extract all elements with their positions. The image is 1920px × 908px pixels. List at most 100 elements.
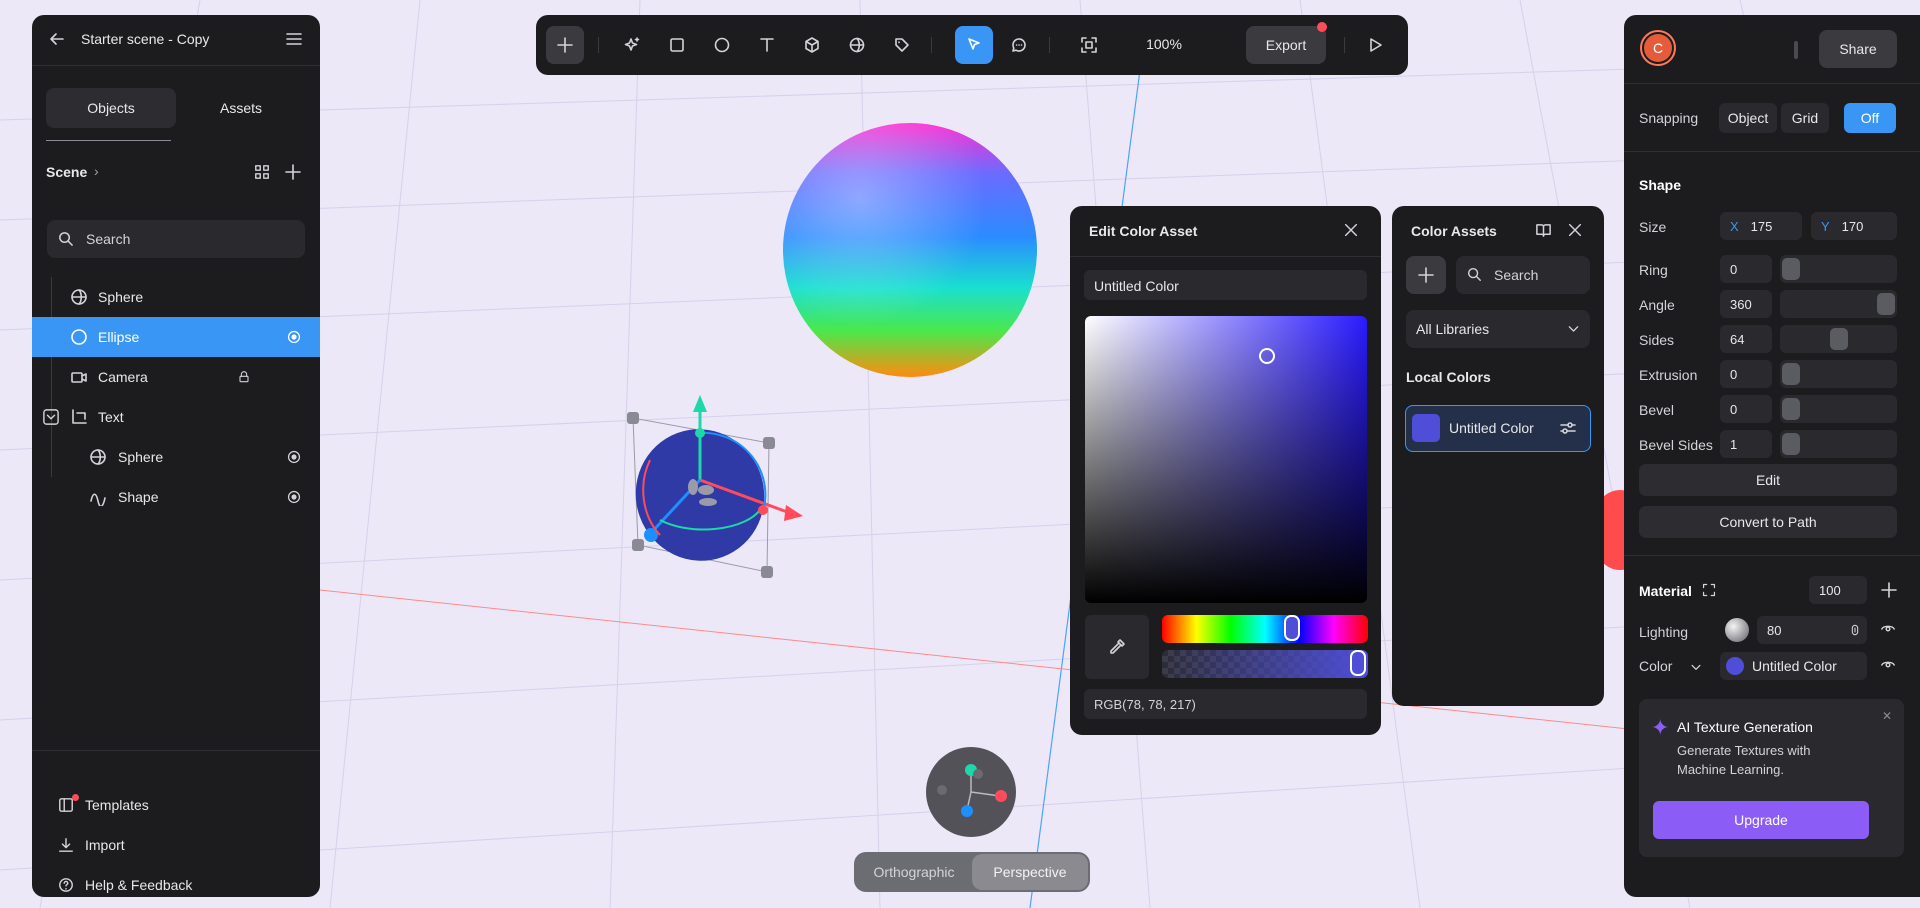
add-material-icon[interactable] [1880, 581, 1898, 599]
snapping-off-button[interactable]: Off [1844, 103, 1896, 133]
back-arrow-icon[interactable] [48, 30, 66, 48]
hue-slider[interactable] [1162, 615, 1368, 643]
tree-item-sphere[interactable]: Sphere [32, 277, 320, 317]
hue-slider-thumb[interactable] [1284, 615, 1300, 641]
tree-item-camera[interactable]: Camera [32, 357, 320, 397]
scene-row: Scene › [46, 161, 306, 185]
property-input[interactable]: 0 [1720, 255, 1772, 283]
comment-tool-button[interactable] [1000, 26, 1038, 64]
document-title[interactable]: Starter scene - Copy [81, 31, 209, 47]
lock-icon[interactable] [238, 371, 250, 383]
snapping-object-button[interactable]: Object [1719, 103, 1777, 133]
select-tool-button[interactable] [955, 26, 993, 64]
local-color-item[interactable]: Untitled Color [1405, 405, 1591, 452]
snapping-grid-button[interactable]: Grid [1781, 103, 1829, 133]
scene-label[interactable]: Scene [46, 164, 87, 180]
adjust-settings-icon[interactable] [1559, 419, 1577, 437]
export-button[interactable]: Export [1246, 26, 1326, 64]
property-slider[interactable] [1780, 360, 1897, 388]
add-icon[interactable] [284, 163, 302, 181]
slider-thumb[interactable] [1877, 293, 1895, 315]
visibility-dot-icon[interactable] [287, 450, 301, 464]
orthographic-button[interactable]: Orthographic [856, 854, 972, 890]
link-icon[interactable] [1849, 624, 1861, 636]
chevron-down-icon[interactable] [1689, 660, 1703, 674]
share-button[interactable]: Share [1819, 30, 1897, 68]
property-input[interactable]: 360 [1720, 290, 1772, 318]
property-slider[interactable] [1780, 290, 1897, 318]
zoom-level[interactable]: 100% [1124, 36, 1204, 52]
visibility-icon[interactable] [1880, 621, 1896, 637]
rectangle-tool-button[interactable] [658, 26, 696, 64]
ai-tool-button[interactable] [613, 26, 651, 64]
color-name-input[interactable]: Untitled Color [1084, 270, 1367, 300]
frame-tool-button[interactable] [1070, 26, 1108, 64]
menu-icon[interactable] [285, 30, 303, 48]
rgb-input[interactable]: RGB(78, 78, 217) [1084, 689, 1367, 719]
slider-thumb[interactable] [1782, 398, 1800, 420]
import-link[interactable]: Import [32, 825, 320, 865]
sphere-tool-button[interactable] [838, 26, 876, 64]
close-icon[interactable] [1343, 222, 1359, 238]
opacity-slider-thumb[interactable] [1350, 650, 1366, 676]
library-icon[interactable] [1535, 222, 1552, 239]
help-link[interactable]: Help & Feedback [32, 865, 320, 905]
saturation-value-picker[interactable] [1085, 316, 1367, 603]
upgrade-button[interactable]: Upgrade [1653, 801, 1869, 839]
color-picker-handle[interactable] [1259, 348, 1275, 364]
size-y-input[interactable]: Y 170 [1811, 212, 1897, 240]
eyedropper-button[interactable] [1085, 615, 1149, 679]
ellipse-tool-button[interactable] [703, 26, 741, 64]
property-value: 64 [1730, 331, 1745, 347]
add-button[interactable] [546, 26, 584, 64]
visibility-dot-icon[interactable] [287, 330, 301, 344]
lighting-preview-sphere[interactable] [1725, 618, 1749, 642]
play-button[interactable] [1356, 26, 1394, 64]
property-slider[interactable] [1780, 430, 1897, 458]
color-search-input[interactable]: Search [1456, 256, 1590, 294]
tree-item-text[interactable]: Text [32, 397, 320, 437]
color-asset-field[interactable]: Untitled Color [1720, 652, 1867, 680]
expand-icon[interactable] [1702, 583, 1716, 597]
library-select[interactable]: All Libraries [1406, 310, 1590, 348]
opacity-slider[interactable] [1162, 650, 1368, 678]
text-tool-button[interactable] [748, 26, 786, 64]
edit-button[interactable]: Edit [1639, 464, 1897, 496]
tree-item-sphere-child[interactable]: Sphere [32, 437, 320, 477]
avatar[interactable]: C [1640, 30, 1676, 66]
close-icon[interactable]: ✕ [1882, 709, 1892, 723]
property-slider[interactable] [1780, 395, 1897, 423]
property-slider[interactable] [1780, 255, 1897, 283]
lighting-input[interactable]: 80 [1757, 616, 1867, 644]
perspective-button[interactable]: Perspective [972, 854, 1088, 890]
property-input[interactable]: 64 [1720, 325, 1772, 353]
cube-tool-button[interactable] [793, 26, 831, 64]
search-icon [1467, 267, 1481, 281]
slider-thumb[interactable] [1782, 258, 1800, 280]
shape-icon [90, 493, 106, 506]
add-color-button[interactable] [1406, 256, 1446, 294]
collapse-chevron-icon[interactable] [43, 409, 59, 425]
tab-objects[interactable]: Objects [46, 88, 176, 128]
visibility-icon[interactable] [1880, 657, 1896, 673]
tab-assets[interactable]: Assets [176, 88, 306, 128]
grid-view-icon[interactable] [254, 164, 270, 180]
tree-item-ellipse[interactable]: Ellipse [32, 317, 320, 357]
property-input[interactable]: 0 [1720, 360, 1772, 388]
property-input[interactable]: 0 [1720, 395, 1772, 423]
visibility-dot-icon[interactable] [287, 490, 301, 504]
property-slider[interactable] [1780, 325, 1897, 353]
size-x-input[interactable]: X 175 [1720, 212, 1802, 240]
close-icon[interactable] [1567, 222, 1583, 238]
object-search-input[interactable]: Search [47, 220, 305, 258]
property-input[interactable]: 1 [1720, 430, 1772, 458]
navigation-gizmo[interactable] [926, 747, 1016, 837]
tree-item-shape[interactable]: Shape [32, 477, 320, 517]
paint-tool-button[interactable] [883, 26, 921, 64]
slider-thumb[interactable] [1829, 328, 1848, 350]
material-opacity-input[interactable]: 100 [1809, 576, 1867, 604]
slider-thumb[interactable] [1782, 363, 1800, 385]
convert-to-path-button[interactable]: Convert to Path [1639, 506, 1897, 538]
templates-link[interactable]: Templates [32, 785, 320, 825]
slider-thumb[interactable] [1782, 433, 1800, 455]
